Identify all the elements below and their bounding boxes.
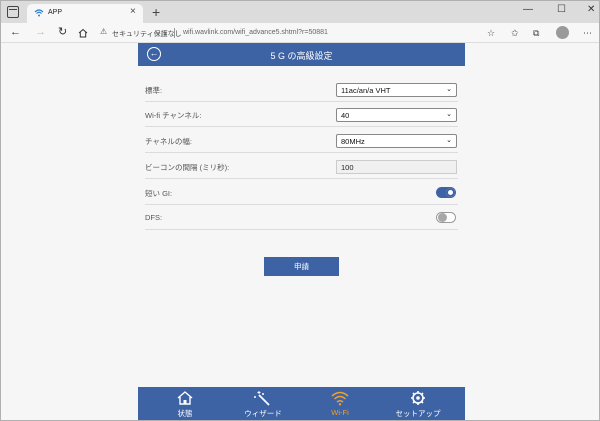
channel-row: Wi-fi チャンネル: 40 ⌄ (145, 102, 458, 127)
short-gi-row: 短い GI: (145, 180, 458, 205)
toggle-knob (438, 213, 447, 222)
apply-button[interactable]: 申請 (264, 257, 339, 276)
bottom-nav: 状態 ウィザード Wi-Fi セットアップ (138, 387, 465, 420)
maximize-button[interactable]: ☐ (557, 4, 566, 16)
beacon-interval-input[interactable]: 100 (336, 160, 457, 174)
browser-window: APP × + — ☐ ✕ ← → ↻ ⚠ セキュリティ保護なし wifi.wa… (0, 0, 600, 421)
dfs-toggle[interactable] (436, 212, 456, 223)
dfs-row: DFS: (145, 205, 458, 230)
favorite-add-icon[interactable]: ☆ (487, 27, 495, 39)
standard-label: 標準: (145, 86, 163, 95)
new-tab-button[interactable]: + (152, 5, 160, 19)
tab-strip: APP × + — ☐ ✕ (1, 1, 599, 23)
chevron-down-icon: ⌄ (446, 86, 452, 93)
address-divider (174, 28, 175, 38)
url-text[interactable]: wifi.wavlink.com/wifi_advance5.shtml?r=5… (183, 29, 328, 36)
tab-actions-icon[interactable] (7, 6, 19, 18)
nav-label-setup: セットアップ (395, 409, 441, 418)
gear-icon (411, 391, 425, 405)
magic-wand-icon (254, 391, 270, 406)
channel-value: 40 (341, 111, 350, 120)
toggle-knob (446, 188, 455, 197)
home-browser-icon[interactable] (78, 28, 88, 38)
close-window-button[interactable]: ✕ (587, 4, 595, 16)
more-menu-icon[interactable]: ⋯ (583, 27, 592, 39)
chevron-down-icon: ⌄ (446, 137, 452, 144)
page-title: 5 G の高級設定 (270, 51, 333, 61)
wifi-favicon-icon (34, 9, 44, 17)
reload-icon[interactable]: ↻ (58, 26, 67, 39)
tab-title: APP (48, 9, 63, 16)
wifi-icon (331, 391, 349, 406)
channel-select[interactable]: 40 ⌄ (336, 108, 457, 122)
tab-close-icon[interactable]: × (130, 7, 136, 17)
standard-value: 11ac/an/a VHT (341, 86, 391, 95)
beacon-interval-row: ビーコンの間隔 (ミリ秒): 100 (145, 154, 458, 179)
channel-label: Wi-fi チャンネル: (145, 111, 202, 120)
minimize-button[interactable]: — (523, 4, 533, 16)
nav-item-wizard[interactable]: ウィザード (223, 387, 303, 420)
warning-triangle-icon[interactable]: ⚠ (100, 27, 107, 36)
channel-width-value: 80MHz (341, 137, 365, 146)
address-bar[interactable]: ⚠ セキュリティ保護なし wifi.wavlink.com/wifi_advan… (97, 25, 465, 41)
standard-row: 標準: 11ac/an/a VHT ⌄ (145, 77, 458, 102)
standard-select[interactable]: 11ac/an/a VHT ⌄ (336, 83, 457, 97)
beacon-interval-label: ビーコンの間隔 (ミリ秒): (145, 163, 230, 172)
security-label[interactable]: セキュリティ保護なし (112, 29, 182, 39)
home-icon (177, 391, 193, 405)
forward-arrow-icon[interactable]: → (35, 26, 46, 39)
short-gi-toggle[interactable] (436, 187, 456, 198)
page-header: ← 5 G の高級設定 (138, 43, 465, 66)
nav-item-setup[interactable]: セットアップ (378, 387, 458, 420)
short-gi-label: 短い GI: (145, 189, 173, 198)
nav-label-status: 状態 (177, 409, 193, 418)
favorites-icon[interactable]: ✩ (511, 27, 519, 39)
nav-item-status[interactable]: 状態 (145, 387, 225, 420)
nav-item-wifi[interactable]: Wi-Fi (300, 387, 380, 420)
dfs-label: DFS: (145, 213, 163, 222)
back-arrow-icon[interactable]: ← (10, 26, 21, 39)
chevron-down-icon: ⌄ (446, 111, 452, 118)
browser-tab[interactable]: APP × (27, 4, 143, 23)
nav-label-wizard: ウィザード (244, 409, 282, 418)
settings-page: ← 5 G の高級設定 標準: 11ac/an/a VHT ⌄ Wi-fi チャ… (138, 43, 465, 420)
channel-width-select[interactable]: 80MHz ⌄ (336, 134, 457, 148)
nav-label-wifi: Wi-Fi (331, 408, 349, 417)
profile-avatar[interactable] (556, 26, 569, 39)
channel-width-row: チャネルの幅: 80MHz ⌄ (145, 128, 458, 153)
browser-toolbar: ← → ↻ ⚠ セキュリティ保護なし wifi.wavlink.com/wifi… (1, 23, 599, 43)
collections-icon[interactable]: ⧉ (533, 27, 539, 39)
channel-width-label: チャネルの幅: (145, 137, 193, 146)
